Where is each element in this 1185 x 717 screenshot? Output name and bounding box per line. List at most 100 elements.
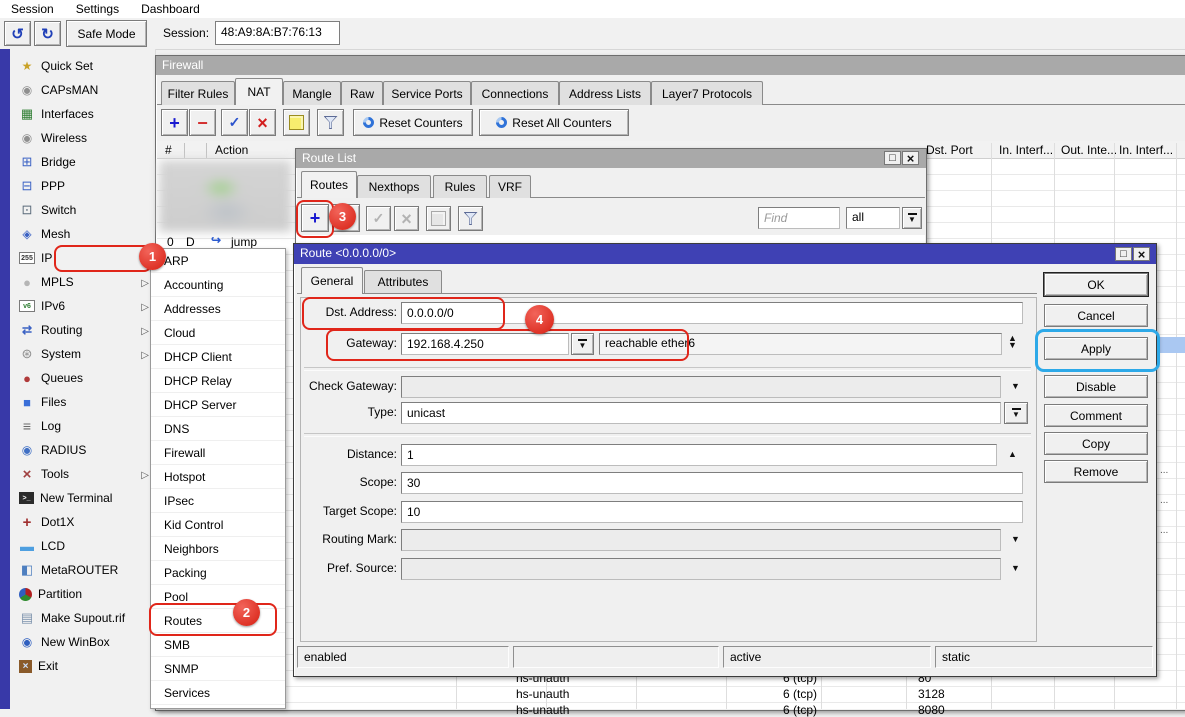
firewall-titlebar[interactable]: Firewall bbox=[156, 56, 1185, 75]
rule-row-dst-port[interactable]: 8080 bbox=[918, 703, 945, 717]
column-header-action[interactable]: Action bbox=[215, 143, 248, 157]
column-header-in-interface[interactable]: In. Interf... bbox=[999, 143, 1053, 157]
submenu-item-dhcp-server[interactable]: DHCP Server bbox=[151, 393, 285, 417]
tab-attributes[interactable]: Attributes bbox=[364, 270, 442, 293]
enable-rule-button[interactable] bbox=[221, 109, 248, 136]
gateway-input[interactable] bbox=[401, 333, 569, 355]
filter-scope-dropdown-button[interactable] bbox=[902, 207, 922, 229]
sidebar-item-tools[interactable]: Tools bbox=[10, 462, 155, 486]
submenu-item-services[interactable]: Services bbox=[151, 681, 285, 705]
rule-row-flags[interactable]: D bbox=[186, 235, 195, 249]
cancel-button[interactable]: Cancel bbox=[1044, 304, 1148, 327]
submenu-item-firewall[interactable]: Firewall bbox=[151, 441, 285, 465]
disable-button[interactable]: Disable bbox=[1044, 375, 1148, 398]
submenu-item-dns[interactable]: DNS bbox=[151, 417, 285, 441]
selected-row[interactable] bbox=[1158, 337, 1185, 353]
undo-button[interactable]: ↺ bbox=[4, 21, 31, 46]
sidebar-item-log[interactable]: Log bbox=[10, 414, 155, 438]
sidebar-item-new-winbox[interactable]: New WinBox bbox=[10, 630, 155, 654]
submenu-item-arp[interactable]: ARP bbox=[151, 249, 285, 273]
session-address-field[interactable]: 48:A9:8A:B7:76:13 bbox=[215, 21, 340, 45]
disable-route-button[interactable] bbox=[394, 206, 419, 231]
redo-button[interactable]: ↻ bbox=[34, 21, 61, 46]
tab-raw[interactable]: Raw bbox=[341, 81, 383, 105]
sidebar-item-partition[interactable]: Partition bbox=[10, 582, 155, 606]
sidebar-item-queues[interactable]: Queues bbox=[10, 366, 155, 390]
dropdown-arrow-icon[interactable]: ▼ bbox=[1011, 382, 1020, 391]
tab-nat[interactable]: NAT bbox=[235, 78, 283, 105]
route-list-titlebar[interactable]: Route List bbox=[296, 149, 926, 168]
submenu-item-kid-control[interactable]: Kid Control bbox=[151, 513, 285, 537]
submenu-item-packing[interactable]: Packing bbox=[151, 561, 285, 585]
routing-mark-select[interactable] bbox=[401, 529, 1001, 551]
comment-button[interactable]: Comment bbox=[1044, 404, 1148, 427]
dropdown-arrow-icon[interactable]: ▼ bbox=[1011, 564, 1020, 573]
submenu-item-hotspot[interactable]: Hotspot bbox=[151, 465, 285, 489]
close-button[interactable] bbox=[902, 151, 919, 165]
scope-input[interactable] bbox=[401, 472, 1023, 494]
rule-row-dst-port[interactable]: 3128 bbox=[918, 687, 945, 701]
tab-service-ports[interactable]: Service Ports bbox=[383, 81, 471, 105]
submenu-item-dhcp-relay[interactable]: DHCP Relay bbox=[151, 369, 285, 393]
column-header-dst-port[interactable]: Dst. Port bbox=[926, 143, 973, 157]
menu-settings[interactable]: Settings bbox=[65, 0, 130, 18]
target-scope-input[interactable] bbox=[401, 501, 1023, 523]
tab-address-lists[interactable]: Address Lists bbox=[559, 81, 651, 105]
column-header-in-interface-2[interactable]: In. Interf... bbox=[1119, 143, 1173, 157]
enable-route-button[interactable] bbox=[366, 206, 391, 231]
type-input[interactable] bbox=[401, 402, 1001, 424]
dropdown-arrow-icon[interactable]: ▼ bbox=[1011, 535, 1020, 544]
sidebar-item-new-terminal[interactable]: New Terminal bbox=[10, 486, 155, 510]
tab-layer7-protocols[interactable]: Layer7 Protocols bbox=[651, 81, 763, 105]
column-header-out-interface[interactable]: Out. Inte... bbox=[1061, 143, 1117, 157]
apply-button[interactable]: Apply bbox=[1044, 337, 1148, 360]
copy-button[interactable]: Copy bbox=[1044, 432, 1148, 455]
sidebar-item-dot1x[interactable]: Dot1X bbox=[10, 510, 155, 534]
check-gateway-select[interactable] bbox=[401, 376, 1001, 398]
sidebar-item-bridge[interactable]: Bridge bbox=[10, 150, 155, 174]
sidebar-item-wireless[interactable]: Wireless bbox=[10, 126, 155, 150]
tab-routes[interactable]: Routes bbox=[301, 171, 357, 198]
submenu-item-dhcp-client[interactable]: DHCP Client bbox=[151, 345, 285, 369]
safe-mode-button[interactable]: Safe Mode bbox=[66, 20, 147, 47]
tab-filter-rules[interactable]: Filter Rules bbox=[161, 81, 235, 105]
menu-session[interactable]: Session bbox=[0, 0, 65, 18]
reset-all-counters-button[interactable]: Reset All Counters bbox=[479, 109, 629, 136]
submenu-item-ipsec[interactable]: IPsec bbox=[151, 489, 285, 513]
route-filter-button[interactable] bbox=[458, 206, 483, 231]
submenu-item-smb[interactable]: SMB bbox=[151, 633, 285, 657]
sidebar-item-ppp[interactable]: PPP bbox=[10, 174, 155, 198]
filter-scope-select[interactable]: all bbox=[846, 207, 900, 229]
sidebar-item-radius[interactable]: RADIUS bbox=[10, 438, 155, 462]
sidebar-item-ip[interactable]: IP bbox=[10, 246, 155, 270]
rule-row-action[interactable]: jump bbox=[231, 235, 257, 249]
sidebar-item-mpls[interactable]: MPLS bbox=[10, 270, 155, 294]
submenu-item-pool[interactable]: Pool bbox=[151, 585, 285, 609]
tab-nexthops[interactable]: Nexthops bbox=[357, 175, 431, 198]
column-header-num[interactable]: # bbox=[165, 143, 172, 157]
submenu-item-addresses[interactable]: Addresses bbox=[151, 297, 285, 321]
comment-rule-button[interactable] bbox=[283, 109, 310, 136]
sidebar-item-exit[interactable]: Exit bbox=[10, 654, 155, 678]
distance-up-icon[interactable]: ▲ bbox=[1008, 450, 1017, 459]
distance-input[interactable] bbox=[401, 444, 997, 466]
rule-row-protocol[interactable]: 6 (tcp) bbox=[783, 687, 817, 701]
submenu-item-accounting[interactable]: Accounting bbox=[151, 273, 285, 297]
close-button[interactable] bbox=[1133, 247, 1150, 261]
sidebar-item-capsman[interactable]: CAPsMAN bbox=[10, 78, 155, 102]
comment-route-button[interactable] bbox=[426, 206, 451, 231]
submenu-item-cloud[interactable]: Cloud bbox=[151, 321, 285, 345]
add-rule-button[interactable] bbox=[161, 109, 188, 136]
tab-rules[interactable]: Rules bbox=[433, 175, 487, 198]
rule-row-chain[interactable]: hs-unauth bbox=[516, 703, 569, 717]
sidebar-item-interfaces[interactable]: Interfaces bbox=[10, 102, 155, 126]
submenu-item-snmp[interactable]: SNMP bbox=[151, 657, 285, 681]
sidebar-item-lcd[interactable]: LCD bbox=[10, 534, 155, 558]
menu-dashboard[interactable]: Dashboard bbox=[130, 0, 211, 18]
maximize-button[interactable] bbox=[884, 151, 901, 165]
tab-mangle[interactable]: Mangle bbox=[283, 81, 341, 105]
rule-row-num[interactable]: 0 bbox=[167, 235, 174, 249]
maximize-button[interactable] bbox=[1115, 247, 1132, 261]
pref-source-select[interactable] bbox=[401, 558, 1001, 580]
tab-vrf[interactable]: VRF bbox=[489, 175, 531, 198]
